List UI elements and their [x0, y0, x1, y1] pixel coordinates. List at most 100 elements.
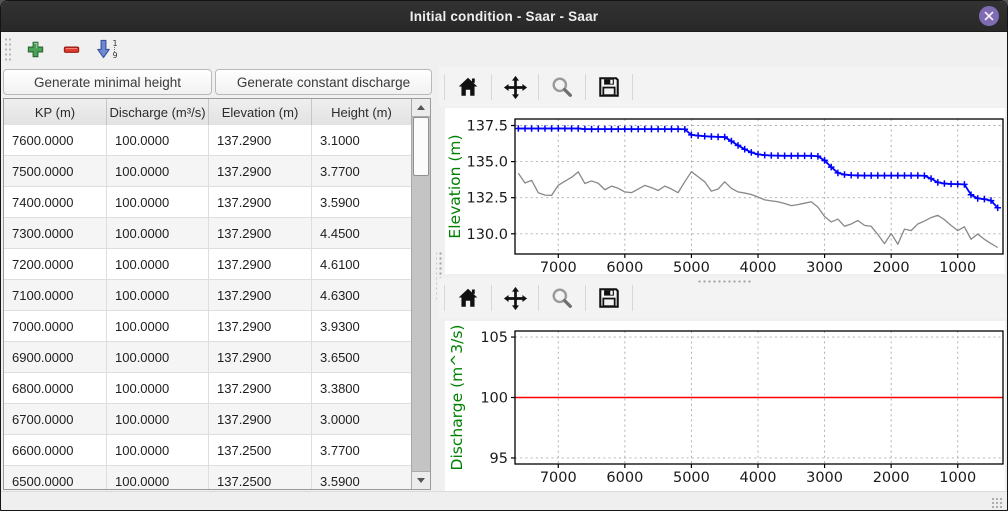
column-header[interactable]: Height (m)	[312, 99, 411, 125]
scroll-down-button[interactable]	[412, 471, 430, 489]
pan-button[interactable]	[497, 71, 533, 103]
home-button[interactable]	[450, 71, 486, 103]
table-cell[interactable]: 3.3800	[312, 373, 411, 403]
table-cell[interactable]: 3.6500	[312, 342, 411, 372]
home-icon	[456, 75, 480, 99]
table-row[interactable]: 6900.0000100.0000137.29003.6500	[4, 342, 411, 373]
table-cell[interactable]: 100.0000	[107, 373, 209, 403]
horizontal-splitter-handle[interactable]	[697, 279, 753, 284]
table-cell[interactable]: 100.0000	[107, 311, 209, 341]
table-cell[interactable]: 6800.0000	[4, 373, 107, 403]
table-cell[interactable]: 137.2900	[209, 280, 312, 310]
svg-text:2000: 2000	[873, 260, 910, 274]
zoom-button[interactable]	[544, 282, 580, 314]
table-row[interactable]: 6500.0000100.0000137.25003.5900	[4, 466, 411, 489]
table-cell[interactable]: 137.2900	[209, 187, 312, 217]
table-cell[interactable]: 100.0000	[107, 218, 209, 248]
scrollbar-thumb[interactable]	[413, 117, 429, 176]
add-row-button[interactable]	[20, 35, 50, 63]
table-cell[interactable]: 3.5900	[312, 187, 411, 217]
table-cell[interactable]: 100.0000	[107, 435, 209, 465]
svg-text:137.5: 137.5	[466, 118, 508, 134]
column-header[interactable]: KP (m)	[4, 99, 107, 125]
arrow-up-icon	[417, 105, 425, 110]
generate-constant-discharge-button[interactable]: Generate constant discharge	[215, 69, 432, 95]
table-cell[interactable]: 137.2900	[209, 125, 312, 155]
zoom-button[interactable]	[544, 71, 580, 103]
table-cell[interactable]: 7300.0000	[4, 218, 107, 248]
column-header[interactable]: Elevation (m)	[209, 99, 312, 125]
table-row[interactable]: 6600.0000100.0000137.25003.7700	[4, 435, 411, 466]
svg-text:100: 100	[480, 391, 508, 407]
table-cell[interactable]: 6600.0000	[4, 435, 107, 465]
table-cell[interactable]: 7200.0000	[4, 249, 107, 279]
column-header[interactable]: Discharge (m³/s)	[107, 99, 209, 125]
save-button[interactable]	[591, 71, 627, 103]
pan-button[interactable]	[497, 282, 533, 314]
table-cell[interactable]: 100.0000	[107, 342, 209, 372]
table-cell[interactable]: 7400.0000	[4, 187, 107, 217]
table-cell[interactable]: 100.0000	[107, 249, 209, 279]
toolbar-separator	[538, 285, 539, 311]
table-cell[interactable]: 4.6100	[312, 249, 411, 279]
table-cell[interactable]: 7000.0000	[4, 311, 107, 341]
table-row[interactable]: 7400.0000100.0000137.29003.5900	[4, 187, 411, 218]
table-cell[interactable]: 7500.0000	[4, 156, 107, 186]
initial-condition-window: Initial condition - Saar - Saar	[0, 0, 1008, 511]
resize-grip[interactable]	[991, 497, 1003, 509]
save-icon	[597, 75, 621, 99]
table-cell[interactable]: 100.0000	[107, 187, 209, 217]
table-cell[interactable]: 4.6300	[312, 280, 411, 310]
table-row[interactable]: 7600.0000100.0000137.29003.1000	[4, 125, 411, 156]
table-cell[interactable]: 100.0000	[107, 280, 209, 310]
table-row[interactable]: 7000.0000100.0000137.29003.9300	[4, 311, 411, 342]
close-button[interactable]	[979, 6, 999, 26]
table-cell[interactable]: 100.0000	[107, 156, 209, 186]
table-cell[interactable]: 3.5900	[312, 466, 411, 489]
table-cell[interactable]: 6500.0000	[4, 466, 107, 489]
table-cell[interactable]: 137.2500	[209, 435, 312, 465]
table-cell[interactable]: 6700.0000	[4, 404, 107, 434]
table-row[interactable]: 7100.0000100.0000137.29004.6300	[4, 280, 411, 311]
remove-row-button[interactable]	[56, 35, 86, 63]
zoom-icon	[550, 75, 574, 99]
table-cell[interactable]: 137.2500	[209, 466, 312, 489]
table-cell[interactable]: 100.0000	[107, 404, 209, 434]
svg-text:7000: 7000	[540, 470, 577, 486]
table-cell[interactable]: 7600.0000	[4, 125, 107, 155]
table-cell[interactable]: 137.2900	[209, 373, 312, 403]
toolbar-drag-handle[interactable]	[4, 37, 12, 61]
toolbar-separator	[444, 285, 445, 311]
table-cell[interactable]: 6900.0000	[4, 342, 107, 372]
table-cell[interactable]: 7100.0000	[4, 280, 107, 310]
table-cell[interactable]: 100.0000	[107, 125, 209, 155]
table-cell[interactable]: 3.7700	[312, 435, 411, 465]
generate-minimal-height-button[interactable]: Generate minimal height	[3, 69, 212, 95]
table-row[interactable]: 7500.0000100.0000137.29003.7700	[4, 156, 411, 187]
table-cell[interactable]: 137.2900	[209, 156, 312, 186]
scroll-up-button[interactable]	[412, 99, 430, 117]
zoom-icon	[550, 286, 574, 310]
save-button[interactable]	[591, 282, 627, 314]
table-cell[interactable]: 3.0000	[312, 404, 411, 434]
table-cell[interactable]: 137.2900	[209, 249, 312, 279]
table-row[interactable]: 7200.0000100.0000137.29004.6100	[4, 249, 411, 280]
discharge-plot-toolbar	[439, 278, 1005, 318]
table-scrollbar[interactable]	[411, 99, 430, 489]
home-button[interactable]	[450, 282, 486, 314]
table-cell[interactable]: 3.1000	[312, 125, 411, 155]
window-title: Initial condition - Saar - Saar	[410, 9, 598, 24]
table-row[interactable]: 7300.0000100.0000137.29004.4500	[4, 218, 411, 249]
table-row[interactable]: 6700.0000100.0000137.29003.0000	[4, 404, 411, 435]
table-cell[interactable]: 137.2900	[209, 404, 312, 434]
table-cell[interactable]: 3.7700	[312, 156, 411, 186]
table-cell[interactable]: 137.2900	[209, 311, 312, 341]
table-row[interactable]: 6800.0000100.0000137.29003.3800	[4, 373, 411, 404]
table-cell[interactable]: 137.2900	[209, 218, 312, 248]
sort-button[interactable]: 1 9	[92, 35, 122, 63]
svg-text:3000: 3000	[806, 470, 843, 486]
table-cell[interactable]: 100.0000	[107, 466, 209, 489]
table-cell[interactable]: 137.2900	[209, 342, 312, 372]
table-cell[interactable]: 4.4500	[312, 218, 411, 248]
table-cell[interactable]: 3.9300	[312, 311, 411, 341]
